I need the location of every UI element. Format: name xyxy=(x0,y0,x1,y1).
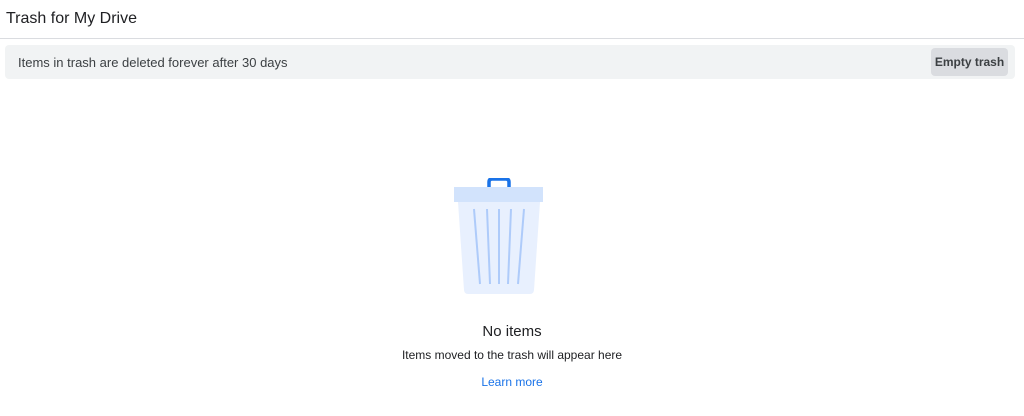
trash-can-icon xyxy=(454,177,544,296)
trash-page: Trash for My Drive Items in trash are de… xyxy=(0,0,1024,416)
empty-state-title: No items xyxy=(482,323,542,340)
learn-more-container: Learn more xyxy=(0,374,1024,390)
empty-state-subtitle: Items moved to the trash will appear her… xyxy=(401,348,623,362)
empty-trash-button[interactable]: Empty trash xyxy=(931,48,1008,76)
header-divider xyxy=(0,38,1024,39)
trash-info-banner: Items in trash are deleted forever after… xyxy=(5,45,1015,79)
banner-message: Items in trash are deleted forever after… xyxy=(18,55,288,70)
learn-more-link[interactable]: Learn more xyxy=(481,375,542,389)
page-title: Trash for My Drive xyxy=(6,10,137,27)
